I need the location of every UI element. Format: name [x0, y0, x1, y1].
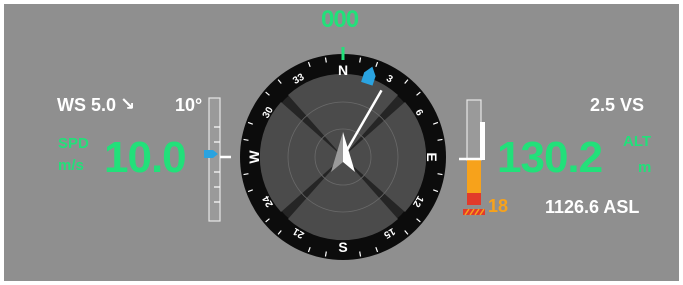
altitude-asl-label: 1126.6 ASL [545, 197, 640, 217]
wind-speed-label: WS 5.0 [57, 95, 117, 115]
altitude-unit: m [638, 159, 652, 176]
altitude-tape [459, 99, 485, 216]
compass-west-label: W [246, 150, 262, 164]
speed-label: SPD [58, 135, 89, 152]
speed-unit: m/s [58, 157, 84, 174]
compass-rim-tick [243, 173, 249, 176]
compass-north-label: N [338, 62, 348, 78]
compass-east-label: E [424, 152, 440, 161]
wind-direction-arrow-icon: ↘ [120, 94, 136, 114]
compass-rim-tick [359, 251, 362, 257]
compass-rim-tick [243, 138, 249, 141]
compass: N S E W 3 6 12 15 21 24 30 33 [240, 47, 446, 260]
ground-hazard-icon [463, 208, 485, 216]
compass-rim-tick [324, 251, 327, 257]
heading-readout: 000 [321, 6, 359, 33]
compass-south-label: S [338, 239, 347, 255]
compass-rim-tick [437, 173, 443, 176]
compass-rim-tick [437, 138, 443, 141]
altitude-value: 130.2 [497, 133, 603, 182]
compass-rim-tick [324, 57, 327, 63]
compass-rim-tick [359, 57, 362, 63]
speed-value: 10.0 [104, 133, 187, 182]
flight-hud: 000 WS 5.0 ↘ 10° SPD m/s 10.0 2.5 VS 130… [4, 4, 679, 281]
altitude-label: ALT [623, 133, 652, 150]
vertical-speed-label: 2.5 VS [590, 95, 645, 115]
